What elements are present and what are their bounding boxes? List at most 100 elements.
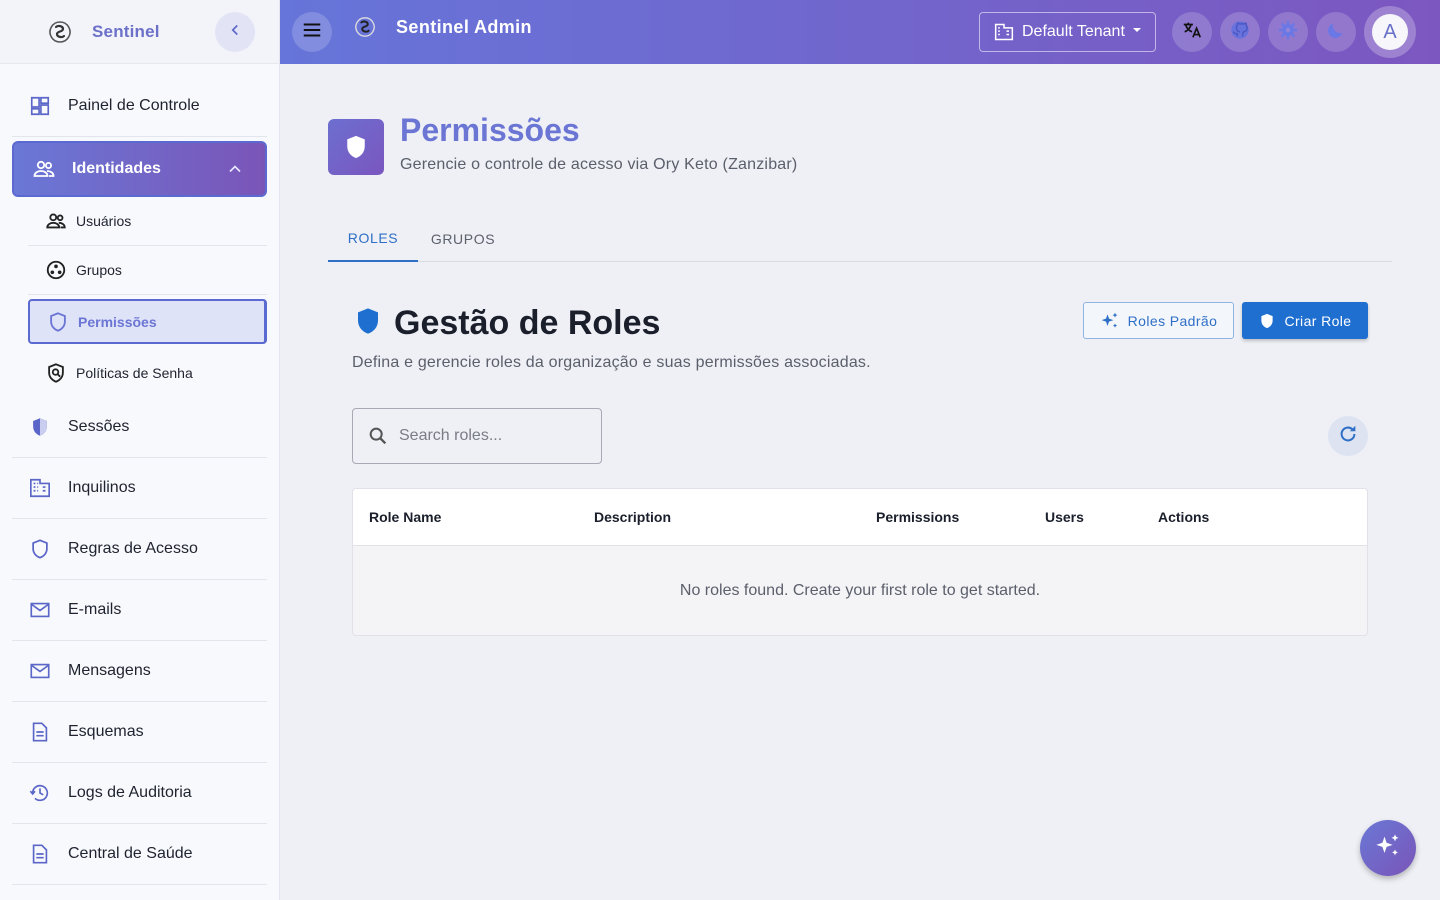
column-header-role-name: Role Name	[369, 509, 442, 525]
page-subtitle: Gerencie o controle de acesso via Ory Ke…	[400, 156, 798, 173]
column-header-description: Description	[594, 509, 672, 525]
ai-assistant-button[interactable]	[1360, 820, 1416, 876]
sidebar-item-dashboard[interactable]: Painel de Controle	[12, 64, 267, 137]
top-app-bar: Sentinel Admin Default Tenant A	[280, 0, 1440, 64]
column-header-users: Users	[1045, 509, 1084, 525]
app-title: Sentinel Admin	[396, 17, 532, 37]
column-header-permissions: Permissions	[876, 509, 960, 525]
sidebar: Sentinel Painel de Controle Identidades	[0, 0, 280, 900]
sidebar-item-health-center[interactable]: Central de Saúde	[12, 824, 267, 885]
building-icon	[994, 22, 1014, 42]
sparkle-icon	[1100, 311, 1120, 331]
document-icon	[28, 720, 52, 744]
create-role-button[interactable]: Criar Role	[1242, 302, 1368, 339]
column-header-actions: Actions	[1158, 509, 1210, 525]
tabs: ROLES GRUPOS	[328, 216, 1392, 262]
default-roles-button[interactable]: Roles Padrão	[1083, 302, 1234, 339]
dark-mode-button[interactable]	[1316, 12, 1356, 52]
section-title: Gestão de Roles	[394, 304, 661, 342]
shield-outline-icon	[46, 310, 70, 334]
shield-icon	[328, 119, 384, 175]
sidebar-brand: Sentinel	[92, 21, 160, 41]
github-button[interactable]	[1220, 12, 1260, 52]
page-header: Permissões Gerencie o controle de acesso…	[328, 110, 797, 175]
user-menu-button[interactable]: A	[1364, 6, 1416, 58]
sidebar-nav: Painel de Controle Identidades Usuários	[0, 64, 279, 885]
tab-groups[interactable]: GRUPOS	[418, 216, 508, 262]
refresh-icon	[1337, 423, 1359, 450]
github-icon	[1229, 19, 1251, 46]
sidebar-item-label: Grupos	[76, 262, 122, 278]
settings-button[interactable]	[1268, 12, 1308, 52]
refresh-button[interactable]	[1328, 416, 1368, 456]
table-header: Role Name Description Permissions Users …	[353, 489, 1367, 546]
chevron-left-icon	[226, 21, 244, 44]
mail-icon	[28, 598, 52, 622]
people-icon	[32, 157, 56, 181]
search-input[interactable]	[399, 427, 579, 445]
tab-roles[interactable]: ROLES	[328, 216, 418, 262]
search-icon	[367, 425, 389, 447]
sidebar-item-label: Esquemas	[68, 723, 144, 740]
mail-icon	[28, 659, 52, 683]
sidebar-item-label: Identidades	[72, 160, 161, 177]
moon-icon	[1325, 19, 1347, 46]
sidebar-item-schemas[interactable]: Esquemas	[12, 702, 267, 763]
sentinel-logo-icon	[354, 16, 376, 38]
gear-icon	[1277, 19, 1299, 46]
policy-icon	[44, 361, 68, 385]
identities-submenu: Usuários Grupos Permissões Políticas de …	[12, 197, 267, 397]
sidebar-item-identities[interactable]: Identidades	[12, 141, 267, 197]
roles-table: Role Name Description Permissions Users …	[352, 488, 1368, 636]
section-header: Gestão de Roles	[352, 304, 660, 343]
sidebar-item-groups[interactable]: Grupos	[28, 246, 267, 295]
group-work-icon	[44, 258, 68, 282]
section-description: Defina e gerencie roles da organização e…	[352, 354, 871, 371]
shield-icon	[352, 305, 384, 342]
sentinel-logo-icon	[48, 20, 72, 44]
language-button[interactable]	[1172, 12, 1212, 52]
page-title: Permissões	[400, 112, 580, 148]
tenant-selector[interactable]: Default Tenant	[979, 12, 1156, 52]
sidebar-item-permissions[interactable]: Permissões	[28, 299, 267, 344]
sidebar-item-emails[interactable]: E-mails	[12, 580, 267, 641]
sidebar-item-label: Permissões	[78, 313, 157, 330]
building-icon	[28, 476, 52, 500]
sidebar-header: Sentinel	[0, 0, 279, 64]
empty-state-message: No roles found. Create your first role t…	[679, 581, 1041, 599]
document-icon	[28, 842, 52, 866]
sparkle-icon	[1374, 832, 1402, 865]
sidebar-item-label: Usuários	[76, 213, 132, 229]
caret-down-icon	[1131, 23, 1143, 41]
hamburger-menu-icon	[301, 19, 323, 46]
translate-icon	[1181, 19, 1203, 46]
avatar: A	[1372, 14, 1408, 50]
sidebar-item-messages[interactable]: Mensagens	[12, 641, 267, 702]
sidebar-item-users[interactable]: Usuários	[28, 197, 267, 246]
sidebar-item-tenants[interactable]: Inquilinos	[12, 458, 267, 519]
sidebar-item-label: Painel de Controle	[68, 97, 200, 114]
menu-button[interactable]	[292, 12, 332, 52]
search-field[interactable]	[352, 408, 602, 464]
sidebar-item-label: Sessões	[68, 418, 130, 435]
sidebar-item-access-rules[interactable]: Regras de Acesso	[12, 519, 267, 580]
create-role-label: Criar Role	[1284, 312, 1352, 329]
default-roles-label: Roles Padrão	[1127, 312, 1218, 329]
sidebar-item-password-policies[interactable]: Políticas de Senha	[28, 348, 267, 397]
sidebar-item-label: Mensagens	[68, 662, 151, 679]
tenant-selector-value: Default Tenant	[1022, 23, 1125, 40]
shield-icon	[1258, 312, 1276, 330]
sidebar-item-label: Logs de Auditoria	[68, 784, 192, 801]
people-icon	[44, 209, 68, 233]
sidebar-item-label: E-mails	[68, 601, 122, 618]
sidebar-item-audit-logs[interactable]: Logs de Auditoria	[12, 763, 267, 824]
shield-half-icon	[28, 415, 52, 439]
sidebar-item-label: Políticas de Senha	[76, 364, 193, 381]
chevron-up-icon	[225, 159, 245, 184]
sidebar-item-label: Central de Saúde	[68, 845, 193, 862]
collapse-sidebar-button[interactable]	[215, 12, 255, 52]
history-icon	[28, 781, 52, 805]
sidebar-item-sessions[interactable]: Sessões	[12, 397, 267, 458]
sidebar-item-label: Regras de Acesso	[68, 540, 198, 557]
shield-outline-icon	[28, 537, 52, 561]
